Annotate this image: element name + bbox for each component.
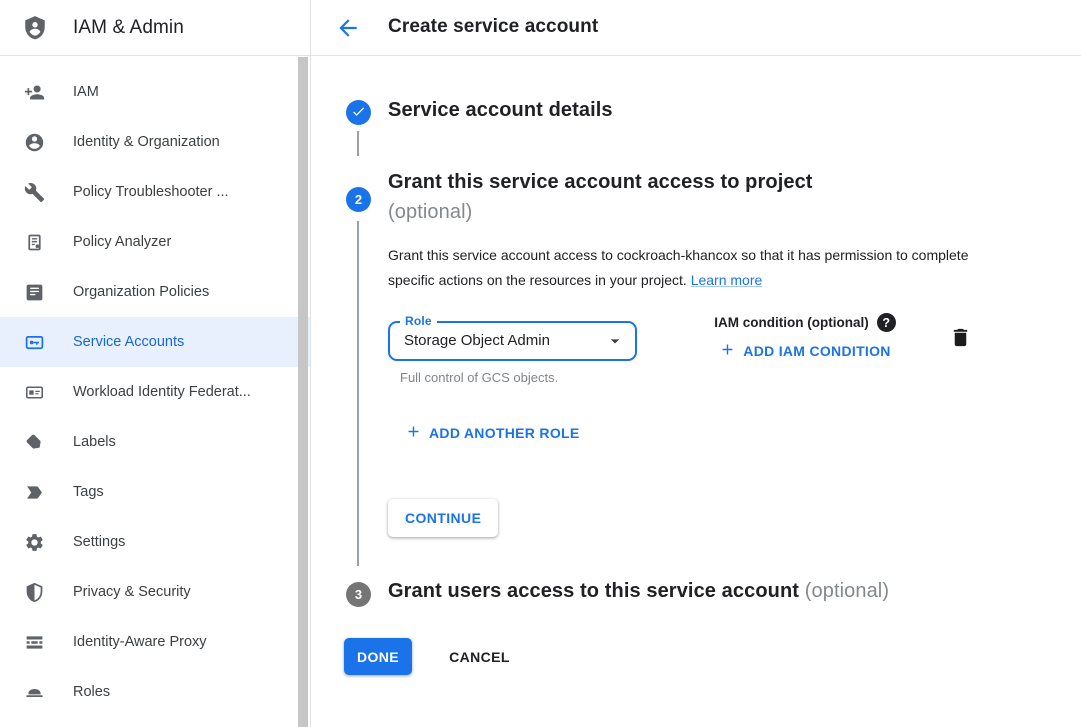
- sidebar-item-organization-policies[interactable]: Organization Policies: [0, 267, 310, 317]
- tag-icon: [22, 480, 46, 504]
- role-select[interactable]: Role Storage Object Admin: [388, 321, 637, 361]
- learn-more-link[interactable]: Learn more: [691, 272, 763, 288]
- sidebar-item-privacy-security[interactable]: Privacy & Security: [0, 567, 310, 617]
- sidebar-item-label: Labels: [73, 434, 116, 450]
- continue-button[interactable]: CONTINUE: [388, 499, 498, 537]
- app-title: IAM & Admin: [73, 17, 184, 39]
- gear-icon: [22, 530, 46, 554]
- plus-icon: [719, 341, 736, 361]
- wrench-icon: [22, 180, 46, 204]
- role-select-value: Storage Object Admin: [404, 323, 550, 359]
- sidebar: IAM & Admin IAM Identity & Organization …: [0, 0, 311, 727]
- person-circle-icon: [22, 130, 46, 154]
- sidebar-item-settings[interactable]: Settings: [0, 517, 310, 567]
- step1-title: Service account details: [388, 99, 613, 122]
- label-icon: [22, 430, 46, 454]
- sidebar-item-label: Roles: [73, 684, 110, 700]
- iam-admin-app: IAM & Admin IAM Identity & Organization …: [0, 0, 1081, 727]
- sidebar-item-workload-identity-federat[interactable]: Workload Identity Federat...: [0, 367, 310, 417]
- step-connector-2: [357, 221, 359, 566]
- iam-condition-block: IAM condition (optional) ? ADD IAM CONDI…: [704, 313, 906, 361]
- chevron-down-icon: [605, 331, 625, 356]
- sidebar-item-iam[interactable]: IAM: [0, 67, 310, 117]
- sidebar-item-label: Service Accounts: [73, 334, 184, 350]
- step3-title: Grant users access to this service accou…: [388, 580, 889, 603]
- service-account-key-icon: [22, 330, 46, 354]
- sidebar-item-label: Policy Analyzer: [73, 234, 171, 250]
- sidebar-item-label: Identity-Aware Proxy: [73, 634, 207, 650]
- person-add-icon: [22, 80, 46, 104]
- sidebar-item-label: Settings: [73, 534, 125, 550]
- shield-icon: [22, 580, 46, 604]
- sidebar-item-label: Organization Policies: [73, 284, 209, 300]
- step-connector-1: [357, 131, 359, 156]
- add-iam-condition-button[interactable]: ADD IAM CONDITION: [719, 341, 890, 361]
- sidebar-item-label: Workload Identity Federat...: [73, 384, 251, 400]
- sidebar-item-tags[interactable]: Tags: [0, 467, 310, 517]
- sidebar-item-labels[interactable]: Labels: [0, 417, 310, 467]
- plus-icon: [405, 423, 422, 443]
- step2-title-text: Grant this service account access to pro…: [388, 167, 813, 197]
- sidebar-item-service-accounts[interactable]: Service Accounts: [0, 317, 310, 367]
- cancel-button[interactable]: CANCEL: [449, 649, 510, 665]
- sidebar-item-identity-organization[interactable]: Identity & Organization: [0, 117, 310, 167]
- roles-hat-icon: [22, 680, 46, 704]
- document-icon: [22, 280, 46, 304]
- done-button[interactable]: DONE: [344, 638, 412, 675]
- sidebar-item-policy-analyzer[interactable]: Policy Analyzer: [0, 217, 310, 267]
- sidebar-item-label: Tags: [73, 484, 104, 500]
- step2-optional-label: (optional): [388, 197, 813, 227]
- iam-condition-label: IAM condition (optional): [714, 315, 868, 330]
- card-icon: [22, 380, 46, 404]
- role-helper-text: Full control of GCS objects.: [400, 370, 558, 385]
- sidebar-item-label: Policy Troubleshooter ...: [73, 184, 229, 200]
- footer-actions: DONE CANCEL: [344, 638, 510, 675]
- proxy-icon: [22, 630, 46, 654]
- delete-role-button[interactable]: [947, 326, 973, 352]
- shield-person-icon: [22, 15, 48, 41]
- sidebar-item-label: Privacy & Security: [73, 584, 191, 600]
- sidebar-item-label: IAM: [73, 84, 99, 100]
- step1-check-circle: [346, 100, 371, 125]
- step3-number: 3: [355, 587, 362, 602]
- sidebar-nav: IAM Identity & Organization Policy Troub…: [0, 56, 310, 717]
- step2-number-circle: 2: [346, 187, 371, 212]
- step3-optional-label: (optional): [805, 580, 889, 602]
- back-button[interactable]: [335, 15, 361, 41]
- main-panel: Create service account Service account d…: [311, 0, 1081, 727]
- page-title: Create service account: [388, 16, 598, 38]
- add-another-role-button[interactable]: ADD ANOTHER ROLE: [405, 423, 580, 443]
- check-icon: [351, 104, 366, 122]
- sidebar-item-policy-troubleshooter[interactable]: Policy Troubleshooter ...: [0, 167, 310, 217]
- trash-icon: [949, 337, 972, 352]
- step2-number: 2: [355, 192, 362, 207]
- iam-condition-label-row: IAM condition (optional) ?: [714, 313, 895, 332]
- sidebar-item-roles[interactable]: Roles: [0, 667, 310, 717]
- sidebar-header: IAM & Admin: [0, 0, 310, 56]
- help-icon[interactable]: ?: [877, 313, 896, 332]
- sidebar-scrollbar-thumb[interactable]: [298, 57, 308, 727]
- sidebar-item-identity-aware-proxy[interactable]: Identity-Aware Proxy: [0, 617, 310, 667]
- back-arrow-icon: [335, 29, 361, 44]
- step2-description: Grant this service account access to coc…: [388, 243, 980, 293]
- sidebar-item-label: Identity & Organization: [73, 134, 220, 150]
- policy-analyzer-icon: [22, 230, 46, 254]
- step2-title: Grant this service account access to pro…: [388, 167, 813, 227]
- step3-number-circle: 3: [346, 582, 371, 607]
